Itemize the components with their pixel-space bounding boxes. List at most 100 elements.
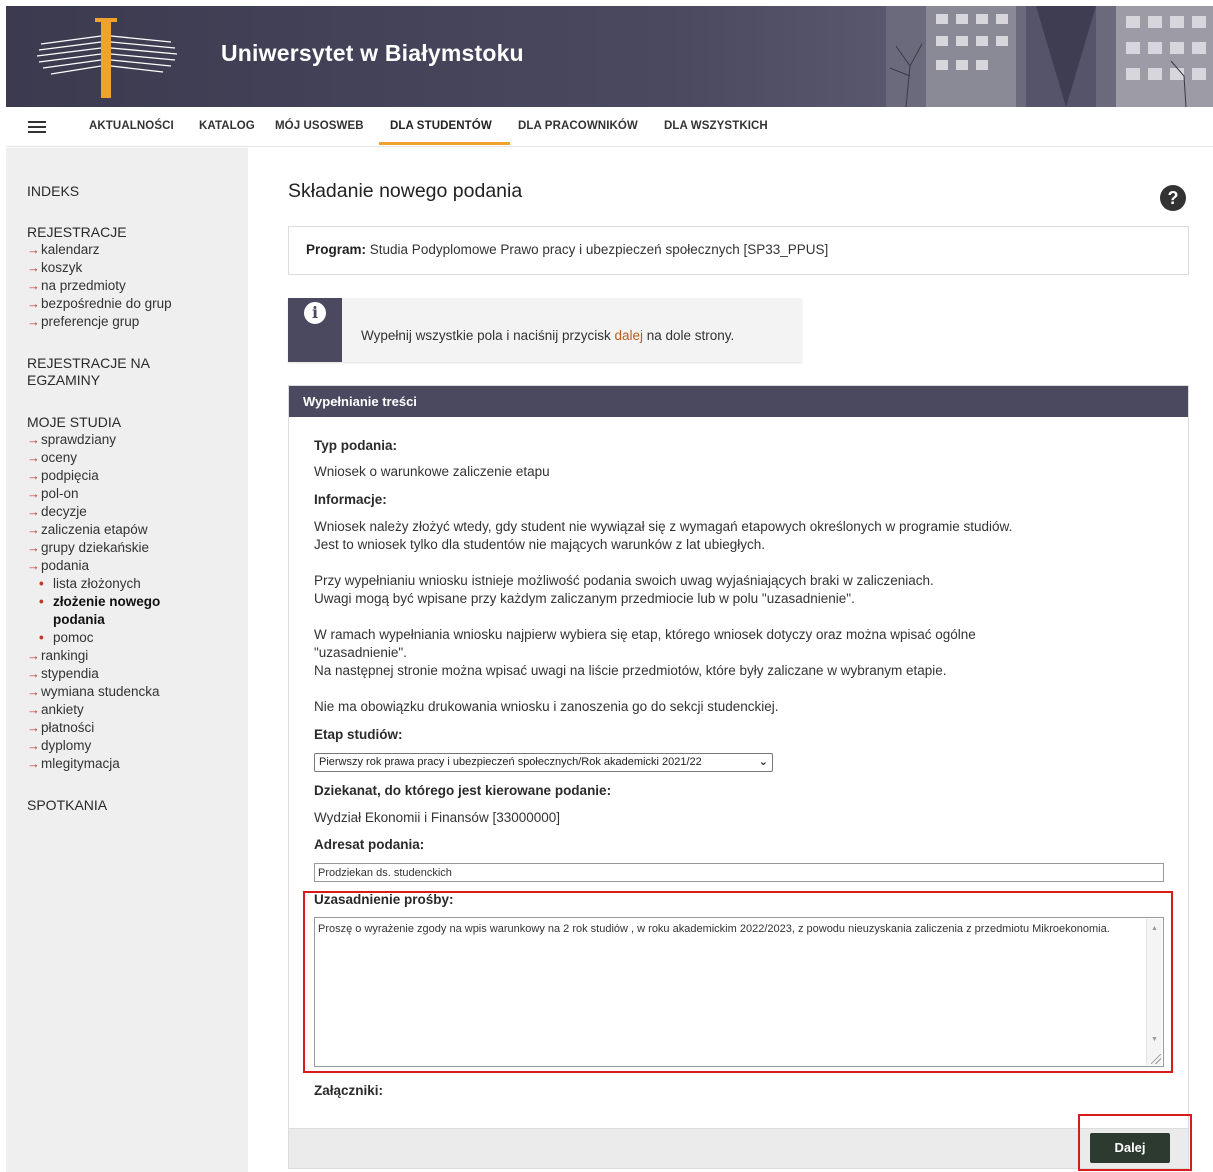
arrow-right-icon: → [27,684,40,699]
zalaczniki-label: Załączniki: [314,1083,384,1098]
sidebar-item-podpiecia[interactable]: →podpięcia [27,467,99,485]
building-photo [886,6,1213,107]
menu-icon[interactable] [28,121,46,133]
info-line-1: Wniosek należy złożyć wtedy, gdy student… [314,519,1013,534]
scroll-up-icon[interactable]: ▲ [1151,922,1158,936]
sidebar-rejestracje-egzaminy[interactable]: REJESTRACJE NA EGZAMINY [27,355,150,389]
dziekanat-label: Dziekanat, do którego jest kierowane pod… [314,783,612,798]
program-box: Program: Studia Podyplomowe Prawo pracy … [288,226,1189,275]
scroll-down-icon[interactable]: ▼ [1151,1033,1158,1047]
page-title: Składanie nowego podania [288,180,523,202]
info-line-8: Nie ma obowiązku drukowania wniosku i za… [314,699,779,714]
sidebar-moje-studia[interactable]: MOJE STUDIA [27,414,121,431]
sidebar-item-podania[interactable]: →podania [27,557,89,575]
nav-dla-studentow[interactable]: DLA STUDENTÓW [390,120,492,132]
info-text: Wypełnij wszystkie pola i naciśnij przyc… [361,328,735,343]
informacje-label: Informacje: [314,492,387,507]
info-line-5: W ramach wypełniania wniosku najpierw wy… [314,627,976,642]
arrow-right-icon: → [27,486,40,501]
sidebar-subitem-lista-zlozonych[interactable]: • lista złożonych [39,575,141,593]
bullet-icon: • [39,594,44,609]
arrow-right-icon: → [27,756,40,771]
adresat-field[interactable]: Prodziekan ds. studenckich [314,863,1164,882]
arrow-right-icon: → [27,702,40,717]
info-line-3: Przy wypełnianiu wniosku istnieje możliw… [314,573,934,588]
sidebar-item-na-przedmioty[interactable]: →na przedmioty [27,277,126,295]
textarea-scrollbar[interactable]: ▲ ▼ [1146,919,1162,1065]
sidebar-item-dyplomy[interactable]: →dyplomy [27,737,91,755]
info-message: i Wypełnij wszystkie pola i naciśnij prz… [288,298,802,362]
panel-header: Wypełnianie treści [289,386,1188,417]
arrow-right-icon: → [27,432,40,447]
resize-handle-icon[interactable] [1151,1054,1161,1064]
sidebar-item-pol-on[interactable]: →pol-on [27,485,79,503]
help-circle-icon[interactable]: ? [1160,185,1186,211]
info-line-4: Uwagi mogą być wpisane przy każdym zalic… [314,591,855,606]
typ-podania-value: Wniosek o warunkowe zaliczenie etapu [314,464,550,479]
bullet-icon: • [39,630,44,645]
sidebar-item-platnosci[interactable]: →płatności [27,719,94,737]
etap-select[interactable]: Pierwszy rok prawa pracy i ubezpieczeń s… [314,753,773,772]
arrow-right-icon: → [27,314,40,329]
arrow-right-icon: → [27,278,40,293]
sidebar-subitem-zlozenie-nowego[interactable]: • złożenie nowego podania [39,593,160,629]
arrow-right-icon: → [27,540,40,555]
sidebar-item-zaliczenia-etapow[interactable]: →zaliczenia etapów [27,521,148,539]
sidebar-item-decyzje[interactable]: →decyzje [27,503,87,521]
nav-aktualnosci[interactable]: AKTUALNOŚCI [89,120,174,132]
arrow-right-icon: → [27,666,40,681]
sidebar-item-bezposrednie[interactable]: →bezpośrednie do grup [27,295,172,313]
uzasadnienie-label: Uzasadnienie prośby: [314,892,454,907]
arrow-right-icon: → [27,558,40,573]
info-line-2: Jest to wniosek tylko dla studentów nie … [314,537,765,552]
sidebar-item-mlegitymacja[interactable]: →mlegitymacja [27,755,120,773]
sidebar-item-sprawdziany[interactable]: →sprawdziany [27,431,116,449]
info-line-7: Na następnej stronie można wpisać uwagi … [314,663,947,678]
arrow-right-icon: → [27,260,40,275]
sidebar-item-koszyk[interactable]: →koszyk [27,259,82,277]
arrow-right-icon: → [27,504,40,519]
sidebar-subitem-pomoc[interactable]: • pomoc [39,629,94,647]
sidebar-indeks[interactable]: INDEKS [27,183,79,200]
arrow-right-icon: → [27,648,40,663]
typ-podania-label: Typ podania: [314,438,397,453]
sidebar-item-kalendarz[interactable]: →kalendarz [27,241,100,259]
arrow-right-icon: → [27,720,40,735]
arrow-right-icon: → [27,738,40,753]
sidebar-item-wymiana[interactable]: →wymiana studencka [27,683,160,701]
sidebar-item-oceny[interactable]: →oceny [27,449,77,467]
nav-dla-wszystkich[interactable]: DLA WSZYSTKICH [664,120,768,132]
sidebar-item-ankiety[interactable]: →ankiety [27,701,84,719]
arrow-right-icon: → [27,468,40,483]
dziekanat-value: Wydział Ekonomii i Finansów [33000000] [314,810,561,825]
sidebar-item-rankingi[interactable]: →rankingi [27,647,88,665]
sidebar-item-grupy-dziekanskie[interactable]: →grupy dziekańskie [27,539,149,557]
site-title: Uniwersytet w Białymstoku [221,40,524,66]
adresat-label: Adresat podania: [314,837,425,852]
sidebar: INDEKS REJESTRACJE →kalendarz →koszyk →n… [6,148,248,1172]
chevron-down-icon: ⌄ [758,756,768,768]
nav-active-indicator [379,142,510,145]
nav-dla-pracownikow[interactable]: DLA PRACOWNIKÓW [518,120,638,132]
arrow-right-icon: → [27,296,40,311]
nav-moj-usosweb[interactable]: MÓJ USOSWEB [275,120,364,132]
university-logo [36,18,178,98]
arrow-right-icon: → [27,522,40,537]
arrow-right-icon: → [27,242,40,257]
info-icon: i [301,299,329,327]
bullet-icon: • [39,576,44,591]
sidebar-item-preferencje[interactable]: →preferencje grup [27,313,139,331]
sidebar-rejestracje[interactable]: REJESTRACJE [27,224,127,241]
nav-katalog[interactable]: KATALOG [199,120,255,132]
sidebar-item-stypendia[interactable]: →stypendia [27,665,99,683]
arrow-right-icon: → [27,450,40,465]
dalej-link[interactable]: dalej [614,328,643,343]
uzasadnienie-textarea[interactable]: Proszę o wyrażenie zgody na wpis warunko… [314,917,1164,1067]
header-banner: Uniwersytet w Białymstoku [6,6,1213,107]
panel-footer [289,1128,1188,1168]
etap-label: Etap studiów: [314,727,403,742]
info-strip: i [288,298,342,362]
sidebar-spotkania[interactable]: SPOTKANIA [27,797,107,814]
dalej-button[interactable]: Dalej [1090,1133,1170,1163]
top-nav: AKTUALNOŚCI KATALOG MÓJ USOSWEB DLA STUD… [6,107,1213,147]
